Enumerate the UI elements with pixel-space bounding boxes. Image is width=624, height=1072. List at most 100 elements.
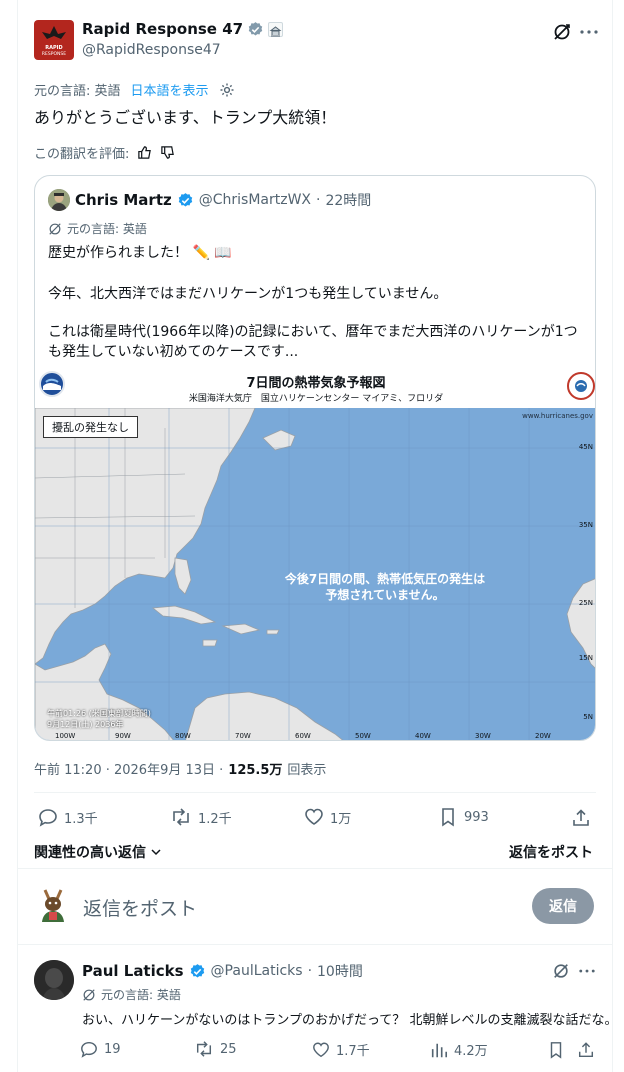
reply-author-avatar[interactable] (34, 960, 74, 1000)
bookmark-icon (550, 1042, 562, 1059)
thumbs-down-icon[interactable] (160, 145, 175, 160)
grok-icon[interactable] (551, 961, 571, 981)
quoted-time[interactable]: 22時間 (325, 190, 371, 210)
post-reply-link[interactable]: 返信をポスト (509, 842, 593, 862)
reply-time[interactable]: 10時間 (317, 961, 363, 981)
chevron-down-icon (151, 849, 161, 856)
lon-label: 90W (115, 732, 131, 740)
map-title: 7日間の熱帯気象予報図 (246, 376, 386, 391)
reply-text: おい、ハリケーンがないのはトランプのおかげだって？ 北朝鮮レベルの支離滅裂な話だ… (82, 1013, 618, 1028)
reply-repost-button[interactable]: 25 (194, 1040, 237, 1058)
share-icon (573, 809, 589, 826)
heart-icon (305, 808, 323, 825)
svg-text:RAPID: RAPID (45, 45, 62, 51)
repost-button[interactable]: 1.2千 (170, 807, 232, 827)
reply-icon (81, 1041, 97, 1058)
map-subtitle: 米国海洋大気庁 国立ハリケーンセンター マイアミ、フロリダ (188, 394, 444, 404)
divider (34, 792, 596, 793)
svg-text:RESPONSE: RESPONSE (42, 51, 66, 57)
translate-icon (83, 988, 95, 1001)
nws-logo-icon (567, 372, 595, 400)
reply-button[interactable]: 1.3千 (38, 807, 98, 827)
more-options-icon[interactable] (578, 21, 600, 43)
heart-icon (313, 1042, 329, 1057)
lon-label: 30W (475, 732, 491, 740)
divider (18, 868, 613, 869)
post-timestamp[interactable]: 午前 11:20 · 2026年9月 13日 · (34, 759, 223, 778)
show-japanese-link[interactable]: 日本語を表示 (131, 80, 209, 99)
reply-display-name[interactable]: Paul Laticks (82, 962, 184, 980)
author-display-name[interactable]: Rapid Response 47 (82, 20, 243, 38)
verified-blue-badge-icon (190, 963, 204, 978)
lon-label: 40W (415, 732, 431, 740)
map-center-text-2: 予想されていません。 (325, 588, 445, 602)
reply-views-count: 4.2万 (454, 1044, 488, 1059)
lat-label: 45N (578, 443, 593, 451)
author-handle[interactable]: @RapidResponse47 (82, 42, 221, 58)
reply-icon (39, 809, 57, 827)
map-url: www.hurricanes.gov (522, 412, 593, 420)
government-affiliation-icon (268, 21, 284, 37)
views-label: 回表示 (287, 763, 327, 778)
reply-input[interactable]: 返信をポスト (83, 894, 197, 921)
quoted-handle[interactable]: @ChrisMartzWX (199, 192, 311, 208)
reply-count: 1.3千 (64, 811, 98, 827)
reply-reply-count: 19 (104, 1041, 121, 1057)
map-center-text-1: 今後7日間の間、熱帯低気圧の発生は (284, 572, 486, 586)
lon-label: 50W (355, 732, 371, 740)
quoted-text-line-3: これは衛星時代(1966年以降)の記録において、暦年でまだ大西洋のハリケーンが1… (48, 324, 578, 360)
lat-label: 15N (578, 654, 593, 662)
sort-label: 関連性の高い返信 (34, 845, 146, 861)
author-avatar[interactable]: RAPID RESPONSE (34, 20, 74, 60)
like-button[interactable]: 1万 (304, 807, 351, 827)
quoted-display-name[interactable]: Chris Martz (75, 191, 172, 209)
grok-icon[interactable] (551, 21, 573, 43)
reply-share-button[interactable] (576, 1040, 596, 1060)
repost-icon (196, 1041, 212, 1057)
lon-label: 80W (175, 732, 191, 740)
repost-icon (173, 808, 189, 826)
dot-separator: · (316, 192, 321, 208)
quoted-text-line-1: 歴史が作られました！ ✏️ 📖 (48, 245, 232, 261)
rate-translation-label: この翻訳を評価: (34, 147, 130, 162)
views-count: 125.5万 (228, 763, 283, 778)
lat-label: 25N (578, 599, 593, 607)
repost-count: 1.2千 (198, 811, 232, 827)
divider (18, 944, 613, 945)
translate-icon (49, 222, 61, 235)
reply-like-count: 1.7千 (336, 1044, 370, 1059)
quoted-original-language: 元の言語: 英語 (67, 222, 147, 236)
more-options-icon[interactable] (577, 961, 597, 981)
reply-bookmark-button[interactable] (546, 1040, 566, 1060)
reply-like-button[interactable]: 1.7千 (312, 1040, 370, 1059)
reply-reply-button[interactable]: 19 (80, 1040, 121, 1058)
current-user-avatar[interactable] (36, 888, 70, 924)
settings-gear-icon[interactable] (219, 82, 235, 98)
sort-replies-dropdown[interactable]: 関連性の高い返信 (34, 842, 162, 862)
dot-separator: · (307, 963, 313, 979)
map-header: 7日間の熱帯気象予報図 米国海洋大気庁 国立ハリケーンセンター マイアミ、フロリ… (35, 370, 595, 408)
lon-label: 100W (55, 732, 76, 740)
bookmark-icon (442, 808, 454, 827)
lat-label: 5N (583, 713, 593, 721)
lat-label: 35N (578, 521, 593, 529)
post-text: ありがとうございます、トランプ大統領！ (34, 108, 337, 127)
thumbs-up-icon[interactable] (137, 145, 152, 160)
quoted-author-avatar[interactable] (48, 189, 70, 211)
reply-repost-count: 25 (220, 1041, 237, 1057)
verified-blue-badge-icon (178, 192, 192, 207)
share-button[interactable] (570, 807, 592, 829)
bookmark-button[interactable]: 993 (438, 807, 489, 827)
reply-handle[interactable]: @PaulLaticks (211, 963, 303, 979)
reply-views-button[interactable]: 4.2万 (430, 1040, 488, 1059)
lon-label: 20W (535, 732, 551, 740)
reply-submit-button[interactable]: 返信 (532, 888, 594, 924)
tropical-outlook-map[interactable]: www.hurricanes.gov 擾乱の発生なし 今後7日間の間、熱帯低気圧… (35, 408, 595, 740)
quoted-text-line-2: 今年、北大西洋ではまだハリケーンが1つも発生していません。 (48, 286, 448, 302)
quoted-post-card[interactable]: Chris Martz @ChrisMartzWX · 22時間 元の言語: 英… (34, 175, 596, 741)
map-footer-1: 午前01:26 (米国東部夏時間) (47, 709, 151, 718)
lon-label: 60W (295, 732, 311, 740)
reply-original-language: 元の言語: 英語 (101, 988, 181, 1002)
map-footer-2: 9月12日(土) 2036年 (47, 720, 124, 729)
no-disturbance-box: 擾乱の発生なし (43, 416, 138, 438)
